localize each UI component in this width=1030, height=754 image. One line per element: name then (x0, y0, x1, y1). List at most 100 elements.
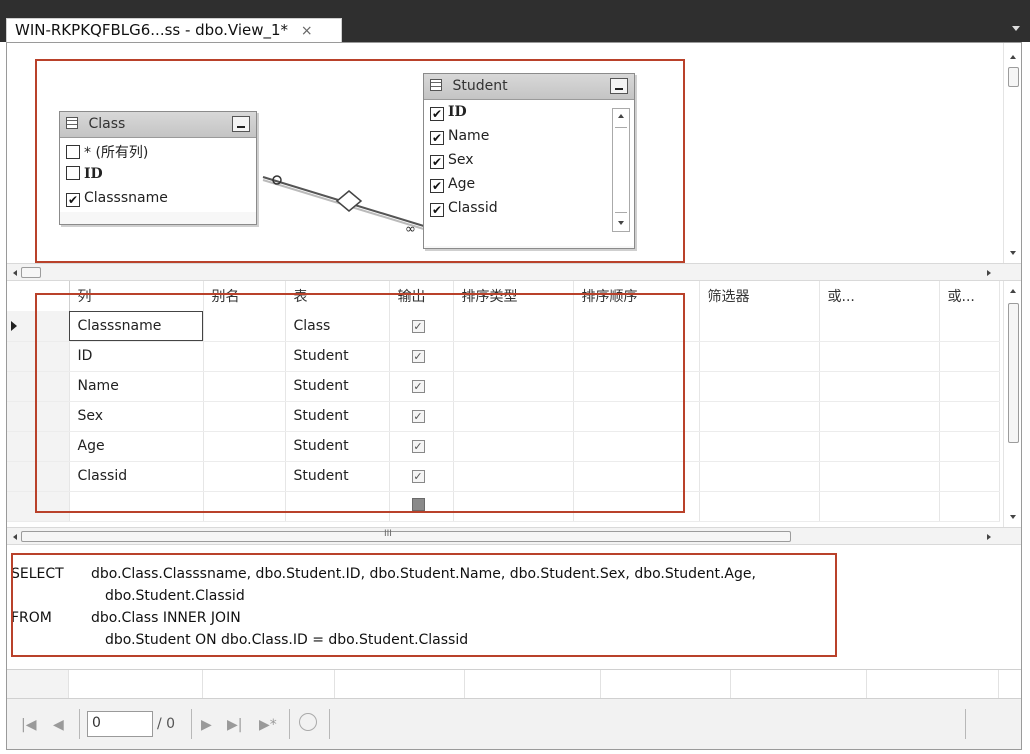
filter-cell[interactable] (699, 371, 820, 402)
class-table-titlebar[interactable]: Class (60, 112, 256, 138)
scroll-up-icon[interactable] (618, 114, 624, 118)
grid-horizontal-scrollbar[interactable]: III (7, 527, 1021, 545)
stop-icon[interactable] (299, 713, 317, 731)
or-cell[interactable] (939, 401, 1000, 432)
column-item[interactable]: ✔ ID (424, 102, 634, 126)
scroll-right-icon[interactable] (987, 270, 991, 276)
diagram-horizontal-scrollbar[interactable] (7, 263, 1021, 281)
scroll-left-icon[interactable] (13, 270, 17, 276)
column-item[interactable]: ✔ Classid (424, 198, 634, 222)
or-cell[interactable] (939, 341, 1000, 372)
or-cell[interactable] (819, 461, 940, 492)
column-checkbox[interactable] (66, 166, 80, 180)
or-cell[interactable] (939, 461, 1000, 492)
column-item[interactable]: * (所有列) (60, 140, 256, 164)
sort-type-cell[interactable] (453, 461, 574, 492)
row-selector[interactable] (7, 401, 70, 432)
sort-type-cell[interactable] (453, 491, 574, 522)
alias-cell[interactable] (203, 341, 286, 372)
table-cell[interactable]: Student (285, 371, 390, 402)
or-cell[interactable] (819, 341, 940, 372)
header-column[interactable]: 列 (69, 281, 204, 311)
scrollbar-track[interactable] (615, 127, 627, 213)
diagram-vertical-scrollbar[interactable] (1003, 43, 1021, 263)
scroll-up-icon[interactable] (1010, 289, 1016, 293)
sort-order-cell[interactable] (573, 371, 700, 402)
results-pane[interactable] (7, 669, 1021, 699)
alias-cell[interactable] (203, 371, 286, 402)
grid-row[interactable]: Age Student ✓ (7, 431, 1000, 462)
column-checkbox[interactable] (66, 145, 80, 159)
column-cell[interactable]: Classsname (69, 311, 204, 342)
last-record-icon[interactable]: ▶| (227, 717, 242, 733)
column-checkbox[interactable]: ✔ (430, 203, 444, 217)
table-cell[interactable]: Student (285, 461, 390, 492)
alias-cell[interactable] (203, 491, 286, 522)
column-cell[interactable]: Classid (69, 461, 204, 492)
scroll-down-icon[interactable] (1010, 515, 1016, 519)
row-selector[interactable] (7, 461, 70, 492)
alias-cell[interactable] (203, 401, 286, 432)
grid-row[interactable]: Classid Student ✓ (7, 461, 1000, 492)
sort-type-cell[interactable] (453, 371, 574, 402)
output-checkbox[interactable] (411, 497, 425, 511)
scroll-down-icon[interactable] (618, 221, 624, 225)
header-filter[interactable]: 筛选器 (699, 281, 820, 311)
sql-pane[interactable]: SELECT dbo.Class.Classsname, dbo.Student… (7, 545, 1021, 663)
sort-type-cell[interactable] (453, 311, 574, 342)
row-selector[interactable] (7, 311, 70, 342)
table-cell[interactable]: Student (285, 401, 390, 432)
output-cell[interactable]: ✓ (389, 461, 454, 492)
criteria-grid-pane[interactable]: 列 别名 表 输出 排序类型 排序顺序 筛选器 或... 或... Classs… (7, 281, 1003, 527)
row-selector[interactable] (7, 491, 70, 522)
table-cell[interactable] (285, 491, 390, 522)
row-selector[interactable] (7, 371, 70, 402)
output-cell[interactable]: ✓ (389, 431, 454, 462)
grid-row[interactable]: ID Student ✓ (7, 341, 1000, 372)
filter-cell[interactable] (699, 491, 820, 522)
header-table[interactable]: 表 (285, 281, 390, 311)
column-checkbox[interactable]: ✔ (430, 179, 444, 193)
current-record-input[interactable]: 0 (87, 711, 153, 737)
sort-type-cell[interactable] (453, 401, 574, 432)
output-checkbox[interactable]: ✓ (411, 380, 425, 393)
output-cell[interactable]: ✓ (389, 341, 454, 372)
or-cell[interactable] (939, 431, 1000, 462)
or-cell[interactable] (939, 371, 1000, 402)
sort-order-cell[interactable] (573, 431, 700, 462)
sort-order-cell[interactable] (573, 311, 700, 342)
column-checkbox[interactable]: ✔ (430, 155, 444, 169)
sort-order-cell[interactable] (573, 341, 700, 372)
output-checkbox[interactable]: ✓ (411, 410, 425, 423)
scroll-left-icon[interactable] (13, 534, 17, 540)
first-record-icon[interactable]: |◀ (21, 717, 36, 733)
alias-cell[interactable] (203, 311, 286, 342)
or-cell[interactable] (939, 311, 1000, 342)
row-selector[interactable] (7, 431, 70, 462)
alias-cell[interactable] (203, 431, 286, 462)
join-relationship-line[interactable]: ∞ (257, 153, 437, 243)
column-cell[interactable]: Age (69, 431, 204, 462)
scrollbar-thumb[interactable] (1008, 303, 1019, 443)
scrollbar-thumb[interactable] (21, 267, 41, 278)
minimize-button[interactable] (610, 78, 628, 94)
alias-cell[interactable] (203, 461, 286, 492)
header-alias[interactable]: 别名 (203, 281, 286, 311)
sort-order-cell[interactable] (573, 491, 700, 522)
output-checkbox[interactable]: ✓ (411, 470, 425, 483)
header-or-1[interactable]: 或... (819, 281, 940, 311)
column-item[interactable]: ID (60, 164, 256, 188)
tab-list-dropdown-icon[interactable] (1012, 26, 1020, 31)
filter-cell[interactable] (699, 461, 820, 492)
filter-cell[interactable] (699, 341, 820, 372)
output-checkbox[interactable]: ✓ (411, 350, 425, 363)
table-cell[interactable]: Student (285, 431, 390, 462)
or-cell[interactable] (819, 371, 940, 402)
grid-row[interactable]: Name Student ✓ (7, 371, 1000, 402)
sort-type-cell[interactable] (453, 341, 574, 372)
column-checkbox[interactable]: ✔ (430, 107, 444, 121)
or-cell[interactable] (819, 311, 940, 342)
close-icon[interactable]: × (301, 23, 313, 39)
student-columns-scrollbar[interactable] (612, 108, 630, 232)
column-cell[interactable] (69, 491, 204, 522)
